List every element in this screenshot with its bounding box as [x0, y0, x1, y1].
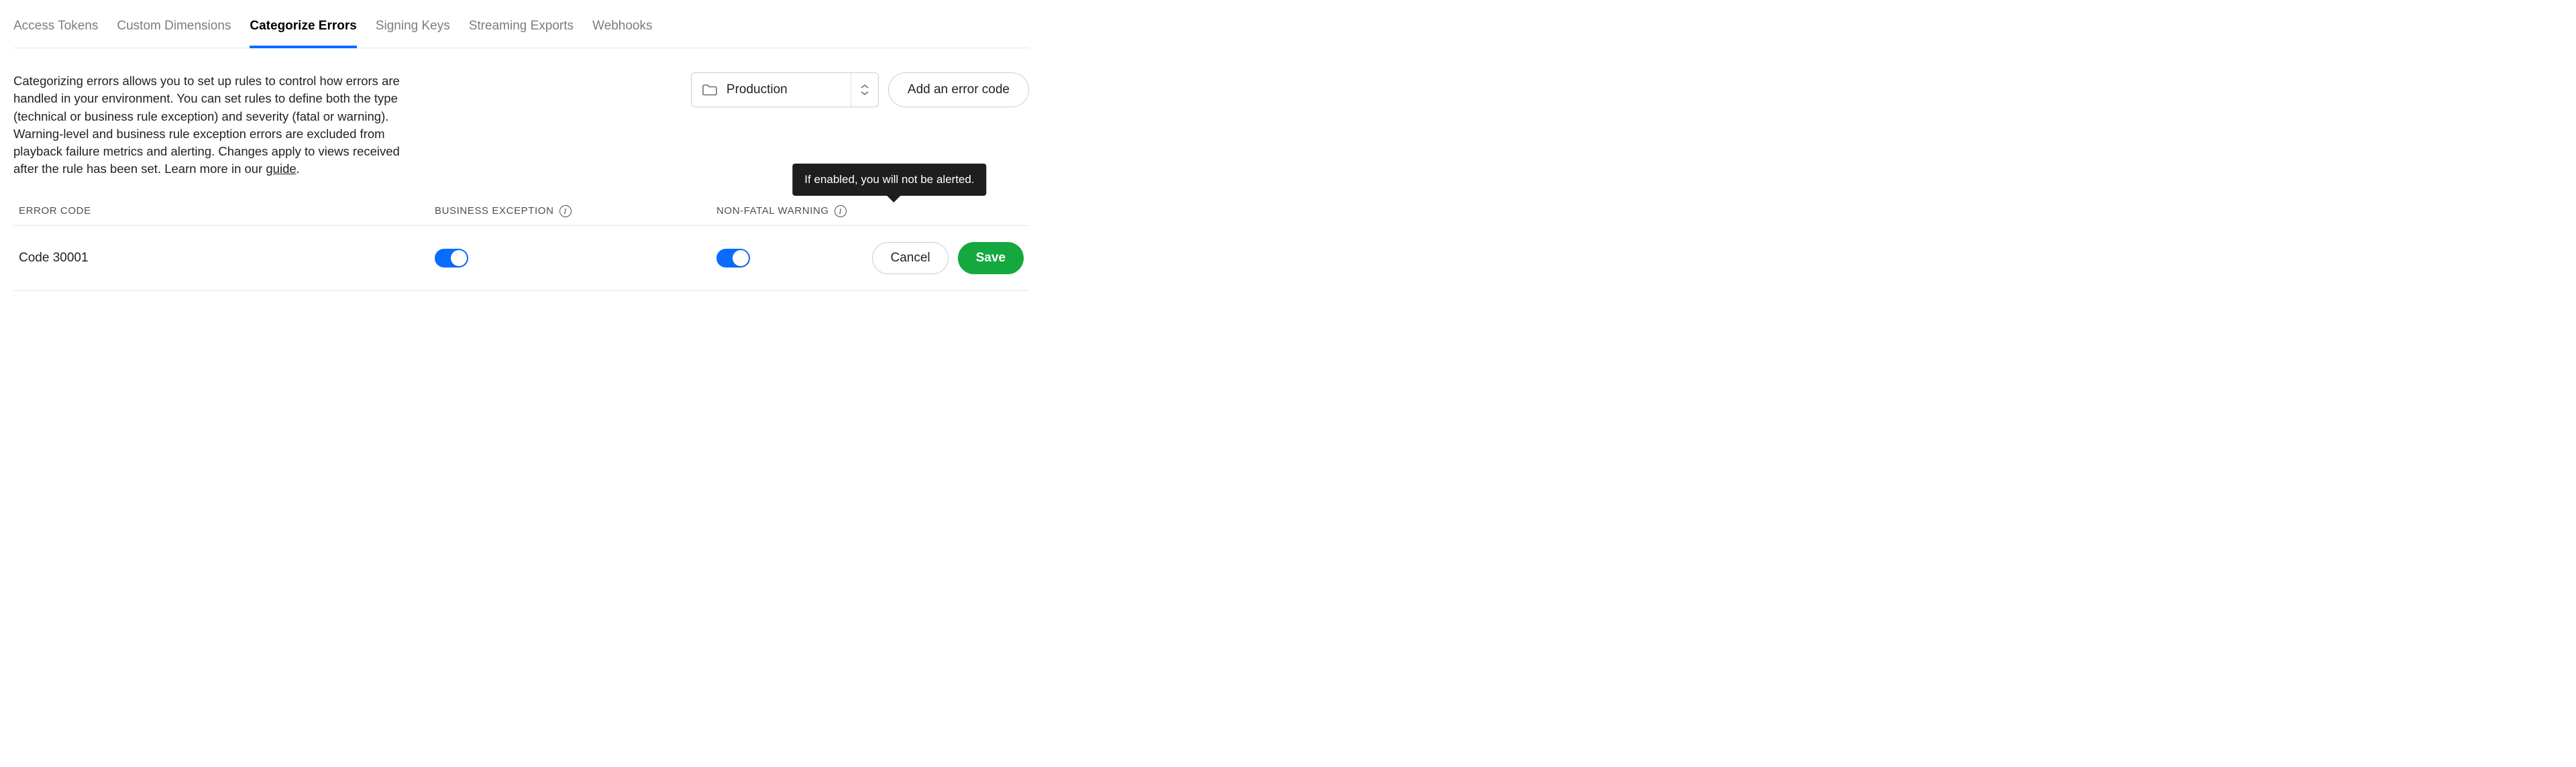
settings-panel: Access Tokens Custom Dimensions Categori…	[0, 0, 1042, 318]
page-description: Categorizing errors allows you to set up…	[13, 72, 416, 178]
toggle-knob	[451, 250, 467, 266]
non-fatal-tooltip: If enabled, you will not be alerted.	[792, 164, 986, 196]
th-non-fatal-warning: NON-FATAL WARNING i If enabled, you will…	[716, 205, 1024, 217]
header-row: Categorizing errors allows you to set up…	[13, 72, 1029, 178]
description-text: Categorizing errors allows you to set up…	[13, 74, 400, 176]
environment-select[interactable]: Production	[691, 72, 879, 107]
row-actions: Cancel Save	[872, 242, 1024, 274]
th-business-exception-label: BUSINESS EXCEPTION	[435, 205, 554, 217]
error-code-cell: Code 30001	[19, 251, 435, 266]
cancel-button[interactable]: Cancel	[872, 242, 948, 274]
tab-custom-dimensions[interactable]: Custom Dimensions	[117, 19, 231, 48]
tab-webhooks[interactable]: Webhooks	[592, 19, 652, 48]
th-business-exception: BUSINESS EXCEPTION i	[435, 205, 716, 217]
tabs: Access Tokens Custom Dimensions Categori…	[13, 19, 1029, 48]
info-icon[interactable]: i	[835, 205, 847, 217]
tab-access-tokens[interactable]: Access Tokens	[13, 19, 98, 48]
th-error-code: ERROR CODE	[19, 205, 435, 217]
th-non-fatal-label: NON-FATAL WARNING	[716, 205, 829, 217]
tab-streaming-exports[interactable]: Streaming Exports	[469, 19, 574, 48]
header-actions: Production Add an error code	[691, 72, 1029, 107]
empty-space	[1042, 0, 2576, 318]
chevron-down-icon	[861, 91, 869, 96]
non-fatal-warning-toggle[interactable]	[716, 249, 750, 268]
add-error-code-button[interactable]: Add an error code	[888, 72, 1029, 107]
tab-categorize-errors[interactable]: Categorize Errors	[250, 19, 356, 48]
business-exception-toggle[interactable]	[435, 249, 468, 268]
chevron-up-icon	[861, 84, 869, 89]
description-suffix: .	[297, 162, 300, 176]
save-button[interactable]: Save	[958, 242, 1024, 274]
environment-label: Production	[727, 82, 843, 97]
tab-signing-keys[interactable]: Signing Keys	[376, 19, 450, 48]
environment-stepper[interactable]	[851, 73, 878, 107]
folder-icon	[702, 84, 717, 96]
info-icon[interactable]: i	[559, 205, 572, 217]
table-row: Code 30001 Cancel Save	[13, 226, 1029, 291]
toggle-knob	[733, 250, 749, 266]
guide-link[interactable]: guide	[266, 162, 296, 176]
table-header: ERROR CODE BUSINESS EXCEPTION i NON-FATA…	[13, 197, 1029, 226]
